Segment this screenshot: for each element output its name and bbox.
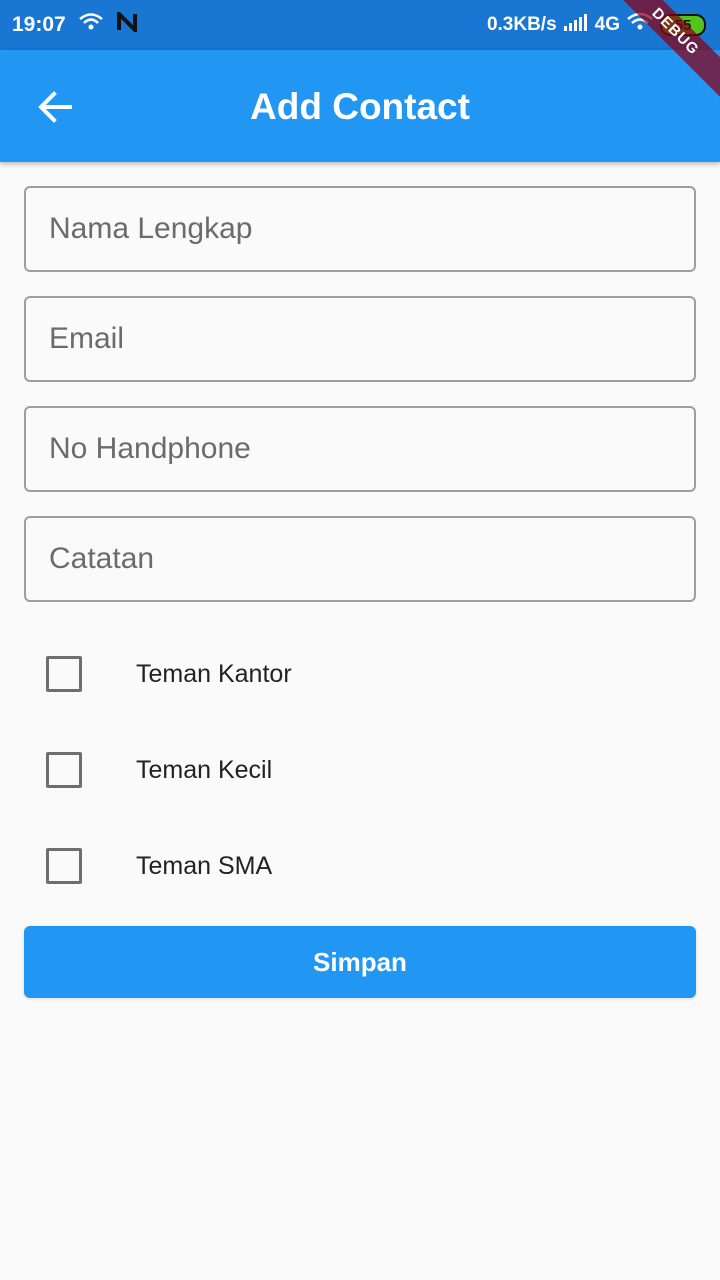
wifi-icon <box>78 12 104 38</box>
checkbox-teman-kecil[interactable] <box>46 752 82 788</box>
checkbox-teman-kantor[interactable] <box>46 656 82 692</box>
email-input[interactable] <box>26 298 694 380</box>
checkbox-row-teman-kecil[interactable]: Teman Kecil <box>0 740 720 800</box>
notes-field[interactable] <box>24 516 696 602</box>
checkbox-label: Teman Kantor <box>136 659 292 688</box>
signal-icon <box>563 12 589 38</box>
checkbox-label: Teman SMA <box>136 851 273 880</box>
debug-banner-clip: DEBUG <box>610 0 720 110</box>
notes-input[interactable] <box>26 518 694 600</box>
network-speed: 0.3KB/s <box>486 14 557 35</box>
save-button[interactable]: Simpan <box>24 926 696 998</box>
checkbox-row-teman-sma[interactable]: Teman SMA <box>0 836 720 896</box>
debug-banner: DEBUG <box>610 0 720 103</box>
email-field[interactable] <box>24 296 696 382</box>
phone-input[interactable] <box>26 408 694 490</box>
phone-field[interactable] <box>24 406 696 492</box>
checkbox-row-teman-kantor[interactable]: Teman Kantor <box>0 644 720 704</box>
clock: 19:07 <box>12 13 66 36</box>
notification-n-icon <box>116 9 138 38</box>
checkbox-teman-sma[interactable] <box>46 848 82 884</box>
full-name-input[interactable] <box>26 188 694 270</box>
full-name-field[interactable] <box>24 186 696 272</box>
checkbox-label: Teman Kecil <box>136 755 273 784</box>
